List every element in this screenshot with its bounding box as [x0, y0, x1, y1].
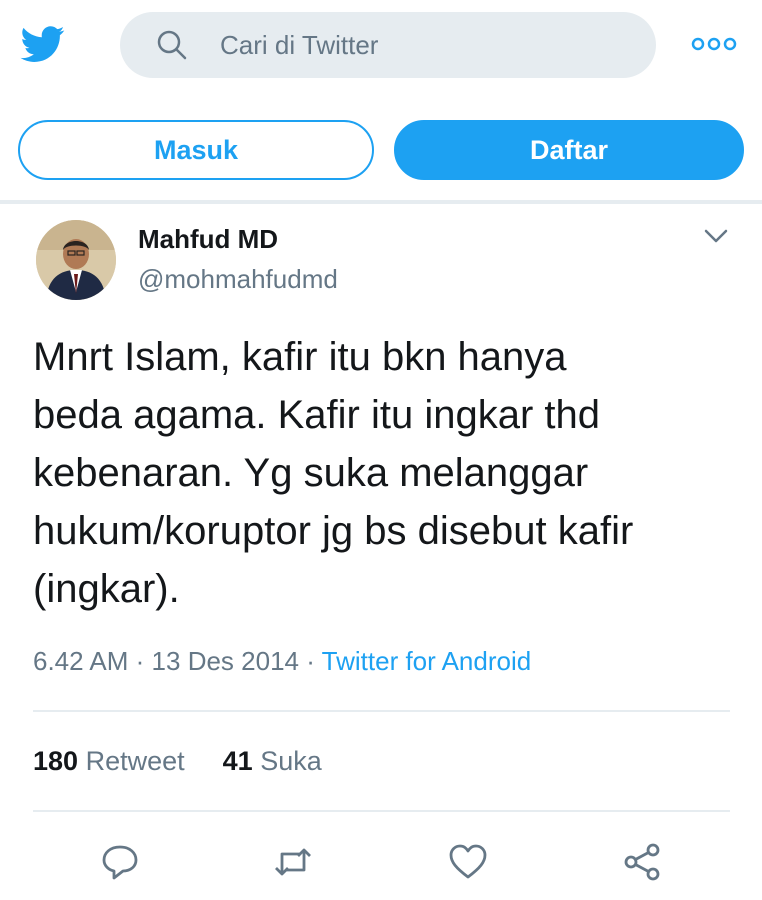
- heart-icon[interactable]: [448, 842, 488, 882]
- more-dots-icon[interactable]: [690, 32, 738, 56]
- retweet-icon[interactable]: [273, 842, 313, 882]
- meta-separator: ·: [306, 646, 315, 676]
- tweet-time: 6.42 AM: [33, 646, 129, 676]
- search-box[interactable]: Cari di Twitter: [120, 12, 656, 78]
- like-stat[interactable]: 41 Suka: [223, 746, 322, 776]
- login-button[interactable]: Masuk: [18, 120, 374, 180]
- meta-separator: ·: [135, 646, 145, 676]
- retweet-stat[interactable]: 180 Retweet: [33, 746, 185, 776]
- search-input[interactable]: Cari di Twitter: [220, 12, 378, 78]
- reply-icon[interactable]: [100, 842, 140, 882]
- signup-button[interactable]: Daftar: [394, 120, 744, 180]
- like-label: Suka: [260, 746, 322, 776]
- tweet-source-link[interactable]: Twitter for Android: [322, 646, 532, 676]
- author-handle[interactable]: @mohmahfudmd: [138, 264, 338, 295]
- avatar-photo: [36, 220, 116, 300]
- avatar[interactable]: [36, 220, 116, 300]
- divider: [33, 710, 730, 712]
- tweet-text: Mnrt Islam, kafir itu bkn hanya beda aga…: [33, 335, 634, 611]
- twitter-bird-icon[interactable]: [18, 22, 68, 66]
- share-icon[interactable]: [622, 842, 662, 882]
- retweet-count: 180: [33, 746, 79, 776]
- tweet-meta: 6.42 AM · 13 Des 2014 · Twitter for Andr…: [33, 644, 531, 678]
- like-count: 41: [222, 746, 253, 776]
- tweet-date: 13 Des 2014: [151, 646, 299, 676]
- chevron-down-icon[interactable]: [702, 226, 730, 246]
- top-bar: Cari di Twitter: [0, 0, 762, 92]
- tweet-stats: 180 Retweet 41 Suka: [33, 744, 322, 778]
- search-icon: [157, 30, 187, 60]
- divider: [33, 810, 730, 812]
- retweet-label: Retweet: [85, 746, 185, 776]
- author-name[interactable]: Mahfud MD: [138, 224, 278, 255]
- divider: [0, 200, 762, 204]
